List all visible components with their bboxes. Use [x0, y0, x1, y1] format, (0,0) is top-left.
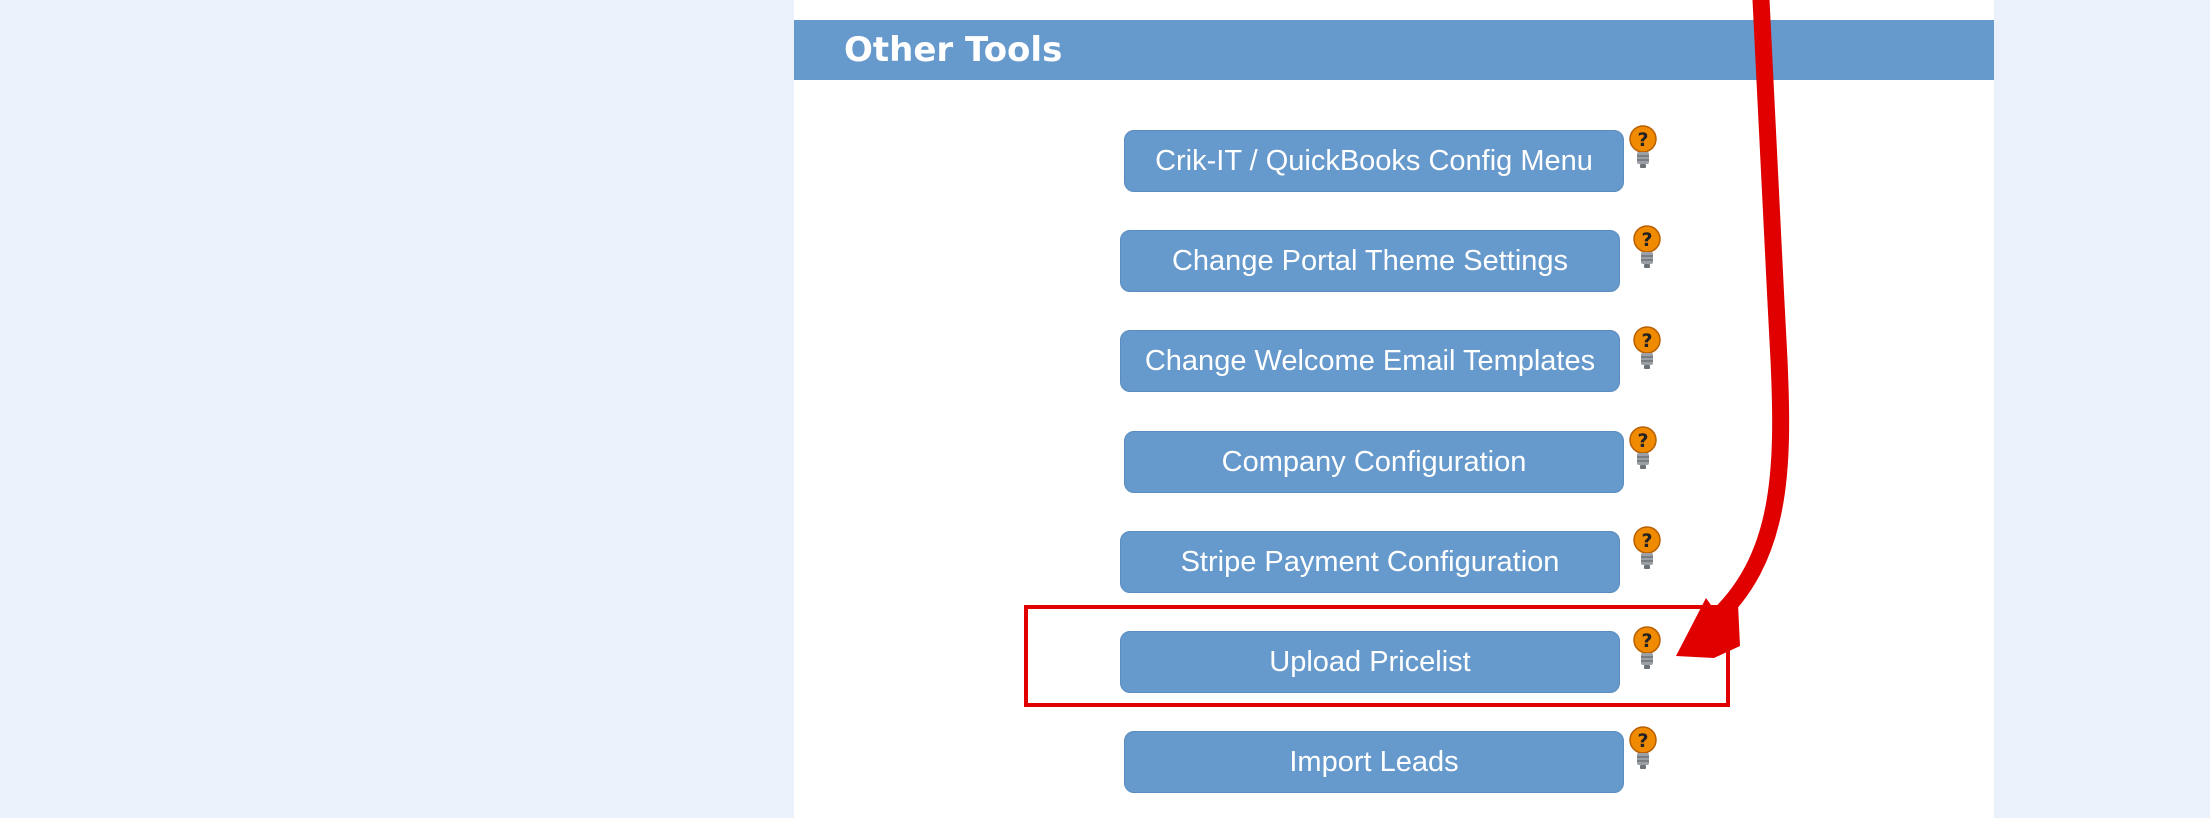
change-portal-theme-button[interactable]: Change Portal Theme Settings: [1120, 230, 1620, 292]
help-lightbulb-icon[interactable]: ?: [1628, 426, 1658, 472]
company-configuration-button[interactable]: Company Configuration: [1124, 431, 1624, 493]
section-header: Other Tools: [794, 20, 1994, 80]
section-title: Other Tools: [844, 30, 1063, 70]
import-leads-button[interactable]: Import Leads: [1124, 731, 1624, 793]
help-lightbulb-icon[interactable]: ?: [1632, 526, 1662, 572]
svg-text:?: ?: [1637, 730, 1648, 752]
annotation-highlight-box: [1024, 605, 1730, 707]
crik-it-quickbooks-config-button[interactable]: Crik-IT / QuickBooks Config Menu: [1124, 130, 1624, 192]
help-lightbulb-icon[interactable]: ?: [1632, 326, 1662, 372]
svg-text:?: ?: [1641, 229, 1652, 251]
help-lightbulb-icon[interactable]: ?: [1628, 726, 1658, 772]
change-welcome-email-templates-button[interactable]: Change Welcome Email Templates: [1120, 330, 1620, 392]
stripe-payment-configuration-button[interactable]: Stripe Payment Configuration: [1120, 531, 1620, 593]
help-lightbulb-icon[interactable]: ?: [1628, 125, 1658, 171]
svg-text:?: ?: [1641, 530, 1652, 552]
svg-text:?: ?: [1637, 129, 1648, 151]
svg-text:?: ?: [1641, 330, 1652, 352]
svg-text:?: ?: [1637, 430, 1648, 452]
help-lightbulb-icon[interactable]: ?: [1632, 225, 1662, 271]
